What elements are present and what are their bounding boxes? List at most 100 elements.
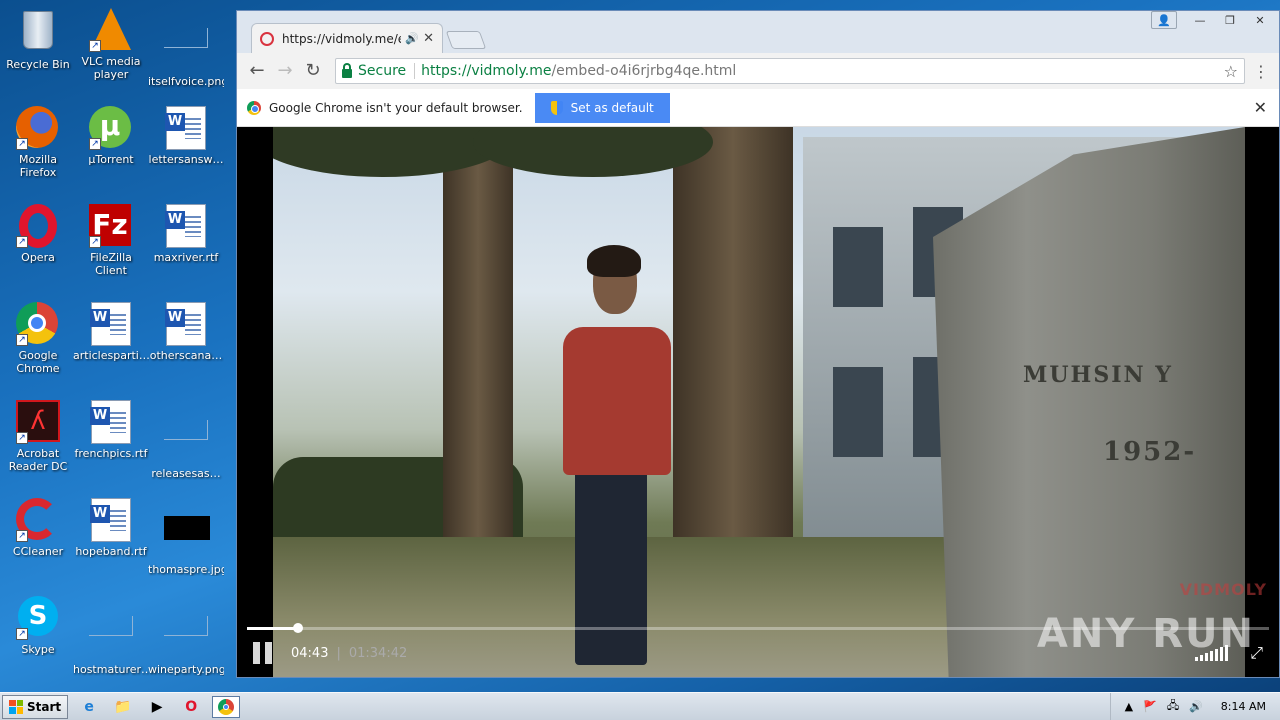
file-explorer-icon[interactable]: 📁 [110, 696, 136, 718]
chrome-icon: ↗ [16, 302, 60, 346]
browser-toolbar: ← → ↻ Secure https://vidmoly.me/embed-o4… [237, 53, 1279, 89]
desktop-icon-releasesas[interactable]: releasesas… [148, 400, 224, 480]
chrome-taskbar-icon[interactable] [212, 695, 241, 718]
reload-icon[interactable]: ↻ [299, 57, 327, 85]
desktop-icon-label: Google Chrome [16, 349, 60, 375]
tab-vidmoly[interactable]: https://vidmoly.me/emb 🔊 ✕ [251, 23, 443, 53]
internet-explorer-icon[interactable]: e [76, 696, 102, 718]
desktop-icon-itselfvoice[interactable]: itselfvoice.png [148, 8, 224, 88]
image-file-icon [164, 616, 208, 660]
tab-title: https://vidmoly.me/emb [282, 31, 401, 46]
vlc-icon: ↗ [89, 8, 133, 52]
system-tray: ▲ 🚩 🖧 🔊 8:14 AM [1109, 692, 1280, 720]
desktop-icon-label: frenchpics.rtf [74, 447, 148, 460]
speaker-icon[interactable]: 🔊 [405, 32, 419, 45]
word-doc-icon [89, 498, 133, 542]
seek-bar-fill [247, 627, 299, 630]
current-time: 04:43 [291, 645, 329, 661]
anyrun-watermark: ANY RUN [1036, 611, 1255, 657]
acrobat-icon: ʎ ↗ [16, 400, 60, 444]
url-path: /embed-o4i6rjrbg4qe.html [551, 63, 737, 79]
filezilla-icon: Fz ↗ [89, 204, 133, 248]
opera-taskbar-icon[interactable]: O [178, 696, 204, 718]
video-palm-tree [673, 127, 793, 607]
infobar-message: Google Chrome isn't your default browser… [269, 100, 523, 115]
desktop-icon-filezilla[interactable]: Fz ↗ FileZilla Client [73, 204, 149, 277]
desktop-icon-vlc[interactable]: ↗ VLC media player [73, 8, 149, 81]
desktop-icon-frenchpics[interactable]: frenchpics.rtf [73, 400, 149, 460]
duration: 01:34:42 [348, 645, 408, 661]
desktop-icon-label: CCleaner [12, 545, 64, 558]
vidmoly-favicon-icon [260, 31, 274, 46]
desktop-icon-lettersansw[interactable]: lettersansw… [148, 106, 224, 166]
desktop-icon-skype[interactable]: S ↗ Skype [0, 596, 76, 656]
address-bar[interactable]: Secure https://vidmoly.me/embed-o4i6rjrb… [335, 58, 1245, 84]
window-controls: 👤 — ❐ ✕ [1151, 11, 1273, 29]
desktop-icon-label: VLC media player [81, 55, 141, 81]
start-label: Start [27, 699, 62, 714]
chrome-logo-icon [247, 100, 261, 115]
network-icon[interactable]: 🖧 [1167, 697, 1179, 716]
video-player[interactable]: MUHSIN Y 1952- VIDMOLY 04:43 | 01:34:42 … [237, 127, 1279, 677]
desktop-icon-acrobat[interactable]: ʎ ↗ Acrobat Reader DC [0, 400, 76, 473]
desktop-icon-label: lettersansw… [148, 153, 224, 166]
desktop-icon-label: wineparty.png [148, 663, 224, 676]
infobar-close-icon[interactable]: ✕ [1254, 98, 1267, 117]
desktop-icon-chrome[interactable]: ↗ Google Chrome [0, 302, 76, 375]
volume-icon[interactable]: 🔊 [1189, 700, 1203, 713]
shortcut-arrow-icon: ↗ [16, 236, 28, 248]
time-separator: | [336, 645, 341, 661]
tray-expand-icon[interactable]: ▲ [1125, 700, 1133, 713]
back-icon[interactable]: ← [243, 57, 271, 85]
forward-icon[interactable]: → [271, 57, 299, 85]
windows-logo-icon [9, 699, 23, 714]
shortcut-arrow-icon: ↗ [89, 40, 101, 52]
word-doc-icon [164, 204, 208, 248]
desktop-icon-articlesparti[interactable]: articlesparti… [73, 302, 149, 362]
chrome-menu-icon[interactable]: ⋮ [1249, 62, 1273, 81]
pause-icon[interactable] [253, 642, 273, 664]
tab-strip: https://vidmoly.me/emb 🔊 ✕ 👤 — ❐ ✕ [237, 11, 1279, 53]
desktop-icon-maxriver[interactable]: maxriver.rtf [148, 204, 224, 264]
lock-icon [342, 62, 352, 78]
desktop-icon-firefox[interactable]: ↗ Mozilla Firefox [0, 106, 76, 179]
desktop-icon-label: Recycle Bin [6, 58, 70, 71]
desktop-icon-recycle-bin[interactable]: Recycle Bin [0, 8, 76, 71]
restore-icon[interactable]: ❐ [1217, 11, 1243, 29]
action-center-icon[interactable]: 🚩 [1143, 700, 1157, 713]
desktop-icon-label: hostmaturer… [73, 663, 149, 676]
secure-indicator[interactable]: Secure [342, 62, 416, 79]
desktop-icon-opera[interactable]: ↗ Opera [0, 204, 76, 264]
tab-close-icon[interactable]: ✕ [423, 31, 434, 46]
new-tab-button[interactable] [445, 31, 487, 49]
secure-label: Secure [358, 63, 407, 79]
gravestone-text-2: 1952- [1103, 437, 1197, 467]
image-file-icon [164, 28, 208, 72]
desktop-icon-label: articlesparti… [73, 349, 149, 362]
clock[interactable]: 8:14 AM [1221, 700, 1266, 713]
shortcut-arrow-icon: ↗ [16, 334, 28, 346]
desktop-icon-label: Opera [21, 251, 55, 264]
minimize-icon[interactable]: — [1187, 11, 1213, 29]
desktop-icon-utorrent[interactable]: µ ↗ µTorrent [73, 106, 149, 166]
set-as-default-button[interactable]: Set as default [534, 92, 670, 123]
shortcut-arrow-icon: ↗ [89, 236, 101, 248]
bookmark-star-icon[interactable]: ☆ [1224, 62, 1238, 81]
close-window-icon[interactable]: ✕ [1247, 11, 1273, 29]
desktop-icon-label: maxriver.rtf [153, 251, 219, 264]
desktop-icon-otherscana[interactable]: otherscana… [148, 302, 224, 362]
desktop-icon-label: otherscana… [149, 349, 223, 362]
media-player-icon[interactable]: ▶ [144, 696, 170, 718]
taskbar: Start e 📁 ▶ O ▲ 🚩 🖧 🔊 8:14 AM [0, 692, 1280, 720]
profile-icon[interactable]: 👤 [1151, 11, 1177, 29]
uac-shield-icon [550, 100, 563, 115]
start-button[interactable]: Start [2, 694, 69, 719]
ccleaner-icon: ↗ [16, 498, 60, 542]
desktop-icon-wineparty[interactable]: wineparty.png [148, 596, 224, 676]
desktop-icon-hostmaturer[interactable]: hostmaturer… [73, 596, 149, 676]
desktop-icon-hopeband[interactable]: hopeband.rtf [73, 498, 149, 558]
image-file-icon [164, 516, 210, 560]
desktop-icon-ccleaner[interactable]: ↗ CCleaner [0, 498, 76, 558]
desktop-icon-thomaspre[interactable]: thomaspre.jpg [148, 498, 224, 576]
image-file-icon [164, 420, 208, 464]
